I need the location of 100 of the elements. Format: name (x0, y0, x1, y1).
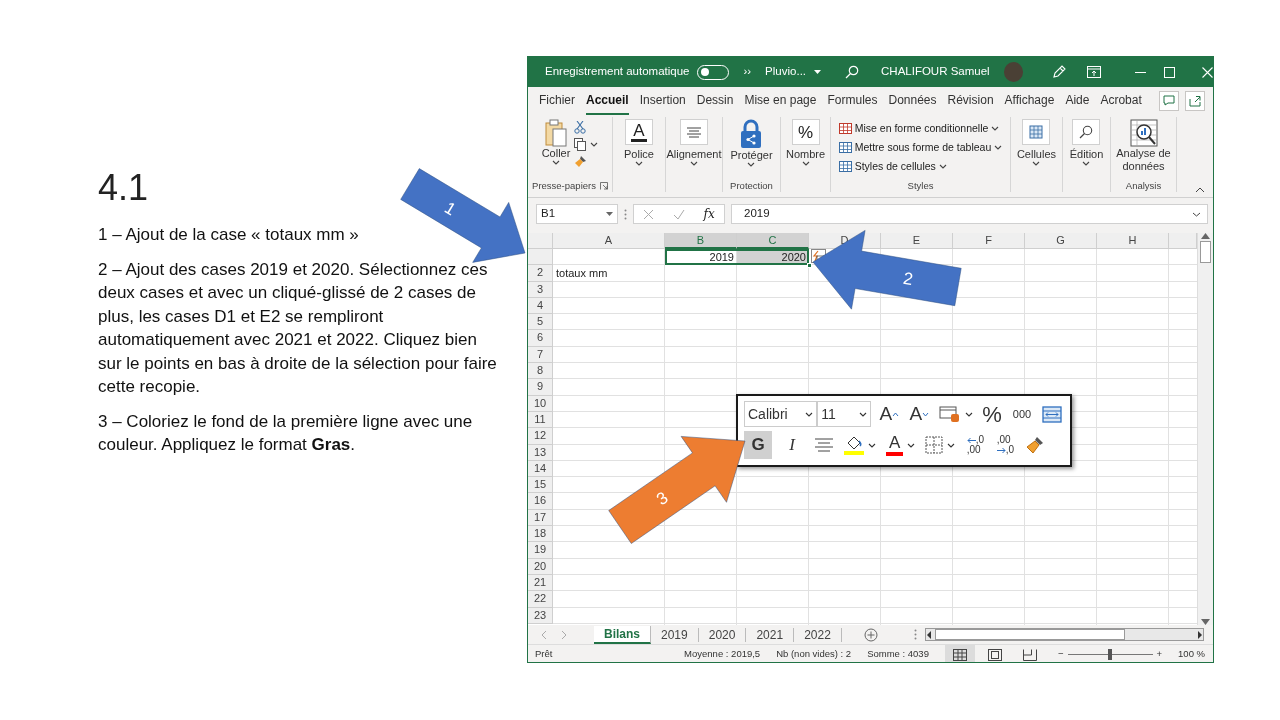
row-header[interactable]: 19 (528, 542, 553, 559)
ribbon-display-icon[interactable] (1087, 66, 1101, 78)
fill-handle[interactable] (807, 263, 812, 269)
alignment-button[interactable]: Alignement (666, 117, 722, 167)
ribbon-tab[interactable]: Formules (827, 86, 878, 115)
font-size-select[interactable]: 11 (817, 401, 872, 427)
ribbon-tab[interactable]: Mise en page (744, 86, 817, 115)
zoom-out-button[interactable]: − (1057, 647, 1064, 662)
ribbon-tab[interactable]: Affichage (1004, 86, 1055, 115)
formula-field[interactable]: 2019 (731, 204, 1208, 224)
row-header[interactable]: 18 (528, 526, 553, 543)
font-size-button[interactable]: A (877, 400, 902, 428)
row-header[interactable]: 6 (528, 330, 553, 347)
scroll-down-icon[interactable] (1201, 619, 1210, 625)
caret-icon[interactable] (991, 126, 1000, 132)
share-button[interactable] (1184, 90, 1205, 111)
row-header[interactable]: 8 (528, 363, 553, 380)
expand-icon[interactable] (1192, 211, 1201, 217)
row-header[interactable]: 12 (528, 428, 553, 445)
row-header[interactable]: 2 (528, 265, 553, 282)
bold-button[interactable]: G (744, 431, 772, 459)
ribbon-tab[interactable]: Révision (947, 86, 994, 115)
italic-button[interactable]: I (778, 431, 806, 459)
zoom-in-button[interactable]: + (1156, 647, 1163, 662)
pen-icon[interactable] (1051, 64, 1067, 80)
row-header[interactable]: 22 (528, 591, 553, 608)
ribbon-tab[interactable]: Dessin (696, 86, 734, 115)
decimal-increase-button[interactable]: ,0 ,00 (963, 431, 988, 459)
overflow-button[interactable]: ›› (743, 63, 752, 81)
ribbon-tab[interactable]: Données (888, 86, 937, 115)
ribbon-tab[interactable]: Accueil (586, 86, 629, 115)
horizontal-scrollbar[interactable] (924, 628, 1204, 641)
caret-icon[interactable] (947, 442, 956, 448)
font-size-button[interactable]: A (907, 400, 932, 428)
caret-icon[interactable] (964, 411, 973, 417)
sheet-tab[interactable]: 2022 (794, 627, 842, 642)
file-name-button[interactable]: Pluvio... (765, 63, 822, 81)
styles-menu-button[interactable]: Styles de cellules (838, 158, 1003, 175)
sheet-tab[interactable]: 2019 (651, 627, 699, 642)
ribbon-tab[interactable]: Aide (1065, 86, 1090, 115)
styles-menu-button[interactable]: Mettre sous forme de tableau (838, 139, 1003, 156)
caret-icon[interactable] (907, 442, 916, 448)
ribbon-tab[interactable]: Acrobat (1100, 86, 1142, 115)
view-button[interactable] (944, 645, 975, 662)
sheet-tab[interactable]: 2020 (698, 627, 747, 642)
dialog-launcher-icon[interactable] (599, 182, 608, 190)
caret-icon[interactable] (606, 212, 613, 216)
caret-icon[interactable] (690, 161, 698, 167)
caret-icon[interactable] (814, 70, 822, 74)
font-select[interactable]: Calibri (744, 401, 818, 427)
protect-button[interactable]: Protéger (730, 117, 773, 168)
caret-icon[interactable] (590, 142, 599, 147)
caret-icon[interactable] (938, 163, 947, 169)
caret-icon[interactable] (747, 162, 756, 168)
caret-icon[interactable] (552, 160, 560, 166)
paintbrush-icon[interactable] (574, 155, 588, 168)
sheet-tab[interactable]: Bilans (594, 625, 651, 644)
zoom-slider-thumb[interactable] (1108, 649, 1112, 660)
copy-icon[interactable] (574, 138, 587, 151)
thousands-button[interactable]: 000 (1010, 400, 1034, 428)
caret-icon[interactable] (868, 442, 876, 448)
decimal-decrease-button[interactable]: ,00 ,0 (993, 431, 1018, 459)
column-header[interactable]: B (665, 233, 737, 249)
row-header[interactable]: 15 (528, 477, 553, 494)
percent-button[interactable]: % (980, 400, 1004, 428)
name-box[interactable]: B1 (536, 204, 618, 224)
insert-function-button[interactable]: fx (703, 205, 715, 223)
editing-button[interactable]: Édition (1069, 117, 1104, 167)
caret-icon[interactable] (994, 145, 1003, 151)
cells-button[interactable]: Cellules (1016, 117, 1057, 167)
caret-icon[interactable] (1032, 161, 1041, 167)
row-header[interactable]: 5 (528, 314, 553, 331)
collapse-ribbon-icon[interactable] (1195, 187, 1205, 193)
column-header[interactable]: F (953, 233, 1025, 249)
row-header[interactable]: 9 (528, 379, 553, 396)
caret-icon[interactable] (1082, 161, 1091, 167)
column-header[interactable]: A (553, 233, 665, 249)
caret-icon[interactable] (805, 411, 814, 417)
styles-menu-button[interactable]: Mise en forme conditionnelle (838, 121, 1003, 137)
ribbon-tab[interactable]: Fichier (539, 86, 575, 115)
maximize-icon[interactable] (1164, 66, 1175, 78)
column-header[interactable]: G (1025, 233, 1097, 249)
row-header[interactable]: 16 (528, 493, 553, 510)
ribbon-tab[interactable]: Insertion (639, 86, 686, 115)
scissors-icon[interactable] (574, 121, 587, 134)
column-header[interactable]: H (1097, 233, 1169, 249)
caret-icon[interactable] (859, 411, 868, 417)
number-button[interactable]: % Nombre (785, 117, 826, 167)
font-button[interactable]: A Police (624, 117, 654, 167)
caret-icon[interactable] (635, 161, 643, 167)
scroll-up-icon[interactable] (1201, 233, 1210, 239)
caret-icon[interactable] (801, 161, 810, 167)
check-icon[interactable] (672, 208, 685, 220)
paste-button[interactable]: Coller (541, 117, 571, 166)
add-sheet-icon[interactable] (863, 627, 878, 642)
column-header[interactable]: C (737, 233, 809, 249)
font-color-button[interactable]: A (884, 431, 918, 459)
sheet-tab[interactable]: 2021 (746, 627, 795, 642)
analysis-button[interactable]: Analyse de données (1114, 117, 1173, 174)
search-icon[interactable] (845, 65, 860, 79)
